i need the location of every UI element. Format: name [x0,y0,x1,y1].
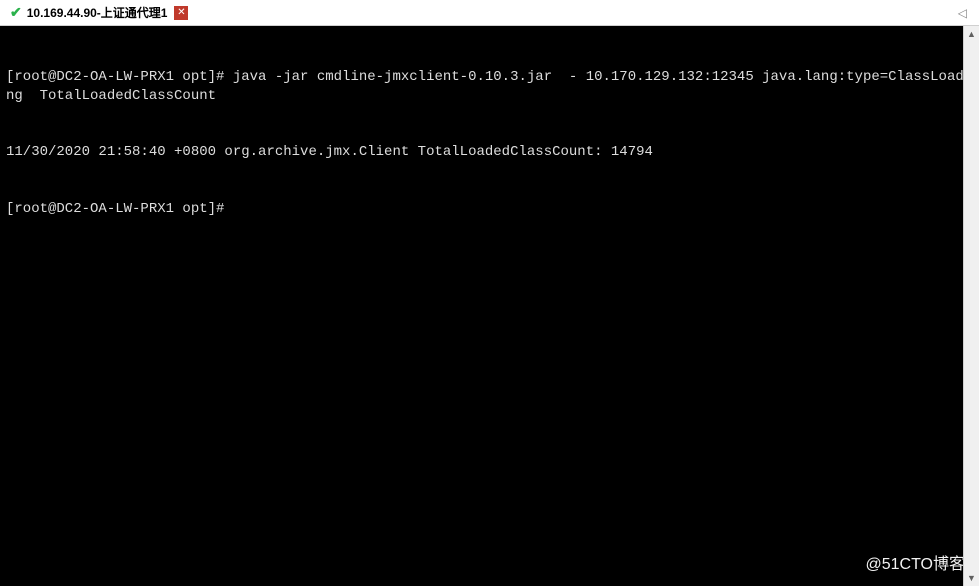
tab-title: 10.169.44.90-上证通代理1 [27,4,168,21]
close-tab-icon[interactable]: ✕ [174,6,188,20]
tab-bar-right-control[interactable]: ◁ [958,6,973,20]
watermark-text: @51CTO博客 [865,554,965,576]
scrollbar-down-icon[interactable]: ▼ [964,570,979,586]
terminal-line: 11/30/2020 21:58:40 +0800 org.archive.jm… [6,143,973,162]
scrollbar-track[interactable] [964,42,979,570]
terminal-prompt-line: [root@DC2-OA-LW-PRX1 opt]# [6,200,973,219]
terminal-prompt-text: [root@DC2-OA-LW-PRX1 opt]# [6,201,233,217]
tab-bar: ✔ 10.169.44.90-上证通代理1 ✕ ◁ [0,0,979,26]
terminal-area[interactable]: [root@DC2-OA-LW-PRX1 opt]# java -jar cmd… [0,26,979,586]
scrollbar-up-icon[interactable]: ▲ [964,26,979,42]
vertical-scrollbar[interactable]: ▲ ▼ [963,26,979,586]
terminal-cursor [233,202,241,217]
connected-check-icon: ✔ [10,4,22,21]
terminal-line: [root@DC2-OA-LW-PRX1 opt]# java -jar cmd… [6,68,973,106]
session-tab[interactable]: ✔ 10.169.44.90-上证通代理1 ✕ [6,0,192,25]
